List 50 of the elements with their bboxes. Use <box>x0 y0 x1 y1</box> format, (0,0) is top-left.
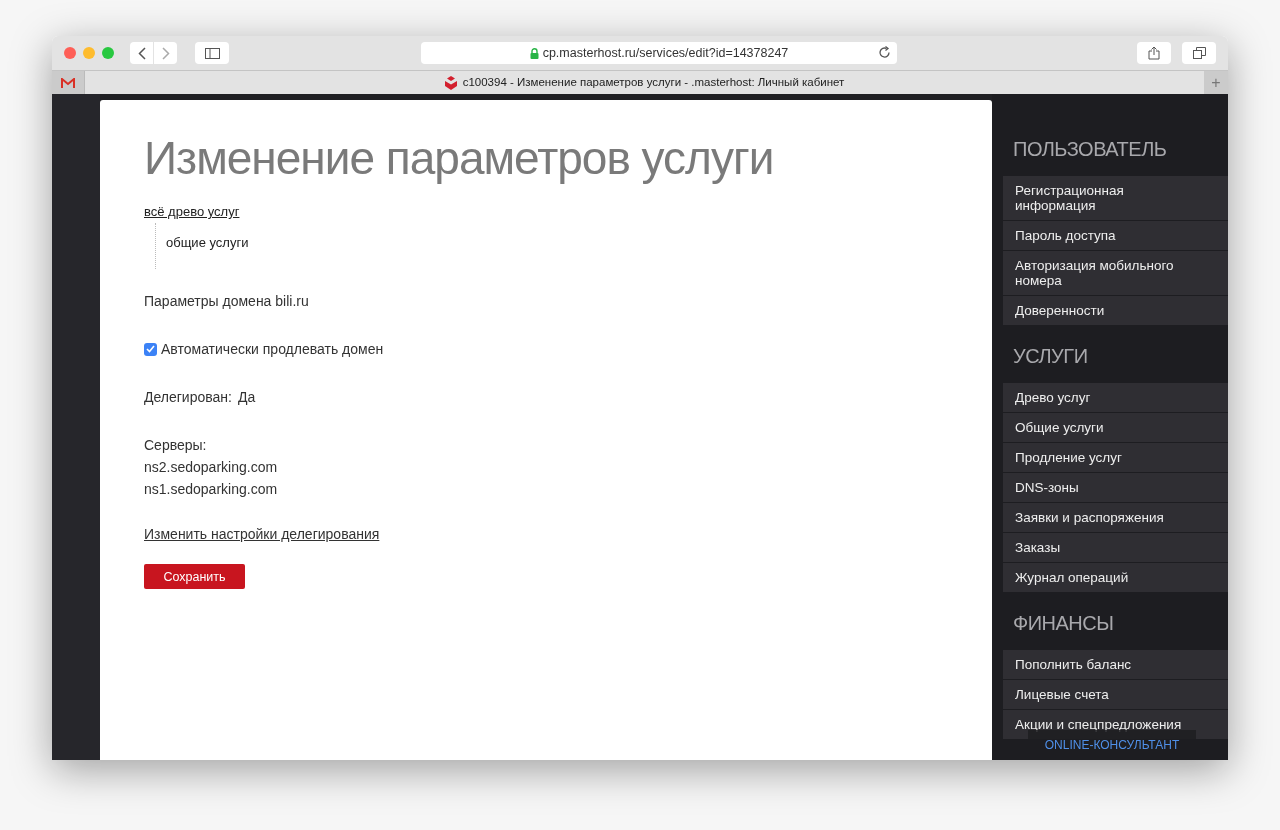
tree-item[interactable]: общие услуги <box>166 233 992 253</box>
sidebar-heading: ФИНАНСЫ <box>1012 611 1115 636</box>
pinned-tab[interactable] <box>52 71 85 94</box>
lock-icon <box>529 47 539 59</box>
chevron-left-icon <box>137 46 146 60</box>
active-tab[interactable]: c100394 - Изменение параметров услуги - .masterhost: Личный кабинет <box>85 71 1204 94</box>
sidebar-link[interactable]: Регистрационная информация <box>1003 176 1228 220</box>
reload-icon[interactable] <box>878 46 891 59</box>
servers-label: Серверы: <box>144 435 208 455</box>
server-name: ns1.sedoparking.com <box>144 479 279 499</box>
maximize-window-icon[interactable] <box>102 47 114 59</box>
sidebar-link[interactable]: Заявки и распоряжения <box>1003 503 1228 532</box>
sidebar-link[interactable]: Пароль доступа <box>1003 221 1228 250</box>
auto-renew-checkbox[interactable] <box>144 342 157 356</box>
chevron-right-icon <box>161 46 170 60</box>
change-delegation-link[interactable]: Изменить настройки делегирования <box>144 523 380 545</box>
sidebar-link[interactable]: Лицевые счета <box>1003 680 1228 709</box>
sidebar-link[interactable]: DNS-зоны <box>1003 473 1228 502</box>
sidebar-link[interactable]: Продление услуг <box>1003 443 1228 472</box>
tab-title: c100394 - Изменение параметров услуги - .masterhost: Личный кабинет <box>462 74 845 90</box>
tabs-icon <box>1192 47 1206 59</box>
page-title: Изменение параметров услуги <box>144 131 775 186</box>
back-button[interactable] <box>130 42 153 64</box>
share-icon <box>1148 46 1160 60</box>
delegated-label: Делегирован: <box>144 387 232 407</box>
url-text: cp.masterhost.ru/services/edit?id=14378247 <box>542 44 789 62</box>
service-tree-link[interactable]: всё древо услуг <box>144 202 240 222</box>
sidebar-link[interactable]: Общие услуги <box>1003 413 1228 442</box>
share-button[interactable] <box>1137 42 1171 64</box>
server-name: ns2.sedoparking.com <box>144 457 279 477</box>
sidebar-link[interactable]: Авторизация мобильного номера <box>1003 251 1228 295</box>
site-logo-icon <box>444 75 457 90</box>
tabs-overview-button[interactable] <box>1182 42 1216 64</box>
save-button[interactable]: Сохранить <box>144 564 245 590</box>
sidebar-icon <box>204 47 220 59</box>
sidebar-toggle-button[interactable] <box>195 42 229 64</box>
domain-params-text: Параметры домена bili.ru <box>144 291 310 311</box>
mail-icon <box>61 77 75 88</box>
check-icon <box>146 345 155 353</box>
sidebar-link[interactable]: Журнал операций <box>1003 563 1228 592</box>
auto-renew-label: Автоматически продлевать домен <box>161 339 384 359</box>
sidebar-link[interactable]: Древо услуг <box>1003 383 1228 412</box>
sidebar-link[interactable]: Пополнить баланс <box>1003 650 1228 679</box>
sidebar-link[interactable]: Доверенности <box>1003 296 1228 325</box>
sidebar-heading: УСЛУГИ <box>1012 344 1089 369</box>
close-window-icon[interactable] <box>64 47 76 59</box>
address-bar[interactable]: cp.masterhost.ru/services/edit?id=14378247 <box>421 42 897 64</box>
sidebar-link[interactable]: Заказы <box>1003 533 1228 562</box>
sidebar-heading: ПОЛЬЗОВАТЕЛЬ <box>1012 137 1168 162</box>
delegated-value: Да <box>237 387 256 407</box>
